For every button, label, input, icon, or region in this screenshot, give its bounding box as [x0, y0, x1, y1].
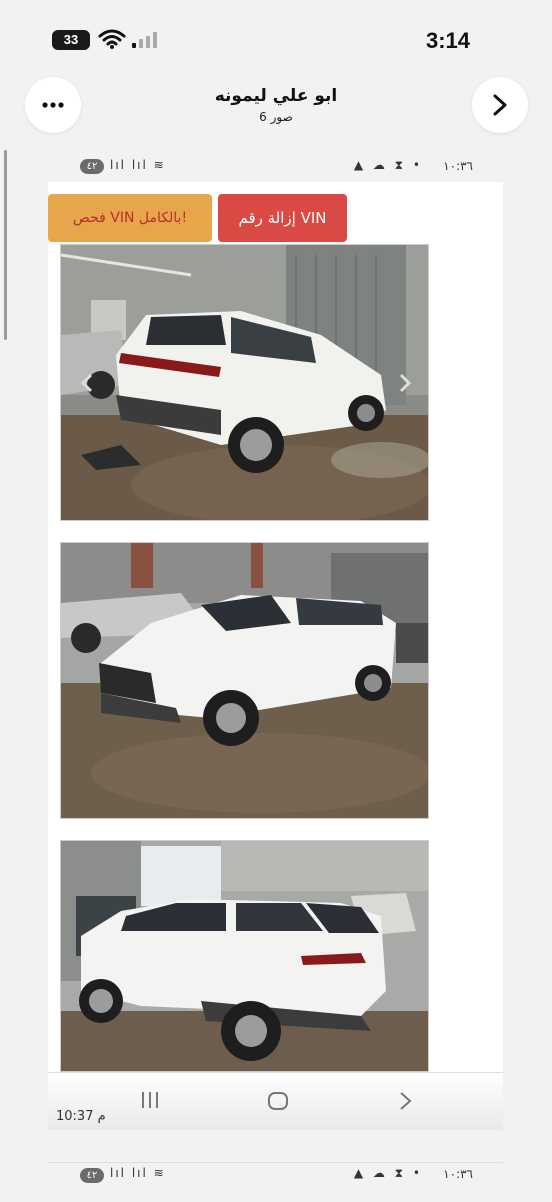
- forward-button[interactable]: [472, 77, 528, 133]
- car-photo-1[interactable]: [60, 244, 429, 521]
- chat-subtitle: 6 صور: [259, 110, 293, 124]
- next-battery-badge: ٤٢: [80, 1168, 104, 1183]
- embedded-status-bar: ٤٢ lıl lıl ≋ ▲ ☁ ⧗ • ١٠:٣٦: [48, 150, 503, 182]
- embedded-signal-icons: lıl lıl ≋: [110, 158, 166, 172]
- battery-icon: 33: [52, 30, 90, 50]
- embedded-notification-icons: ▲ ☁ ⧗ •: [353, 158, 423, 172]
- recent-apps-icon[interactable]: [140, 1091, 160, 1109]
- next-embedded-screenshot[interactable]: ٤٢ lıl lıl ≋ ▲ ☁ ⧗ • ١٠:٣٦: [48, 1162, 503, 1202]
- more-options-button[interactable]: [25, 77, 81, 133]
- back-icon[interactable]: [399, 1091, 413, 1111]
- embedded-nav-bar: 10:37 م: [48, 1072, 503, 1130]
- ios-status-bar: 33 3:14: [0, 0, 552, 70]
- next-time: ١٠:٣٦: [443, 1167, 473, 1181]
- embedded-battery-badge: ٤٢: [80, 159, 104, 174]
- more-dots-icon: [42, 102, 64, 108]
- next-signal-icons: lıl lıl ≋: [110, 1166, 166, 1180]
- car-photo-3[interactable]: [60, 840, 429, 1072]
- cellular-signal-icon: [132, 32, 157, 48]
- car-photo-2[interactable]: [60, 542, 429, 819]
- embedded-time: ١٠:٣٦: [443, 159, 473, 173]
- message-timestamp: 10:37 م: [56, 1109, 106, 1124]
- scroll-indicator[interactable]: [4, 150, 7, 340]
- wifi-icon: [98, 29, 126, 49]
- vin-remove-button[interactable]: إزالة رقم VIN: [218, 194, 347, 242]
- chevron-right-icon: [493, 94, 507, 116]
- next-notification-icons: ▲ ☁ ⧗ •: [353, 1166, 423, 1180]
- status-time: 3:14: [425, 28, 470, 53]
- chat-title: ابو علي ليمونه: [214, 86, 338, 106]
- embedded-screenshot[interactable]: ٤٢ lıl lıl ≋ ▲ ☁ ⧗ • ١٠:٣٦ فحص VIN بالكا…: [48, 150, 503, 1130]
- vin-full-check-button[interactable]: فحص VIN بالكامل!: [48, 194, 212, 242]
- home-icon[interactable]: [267, 1091, 289, 1111]
